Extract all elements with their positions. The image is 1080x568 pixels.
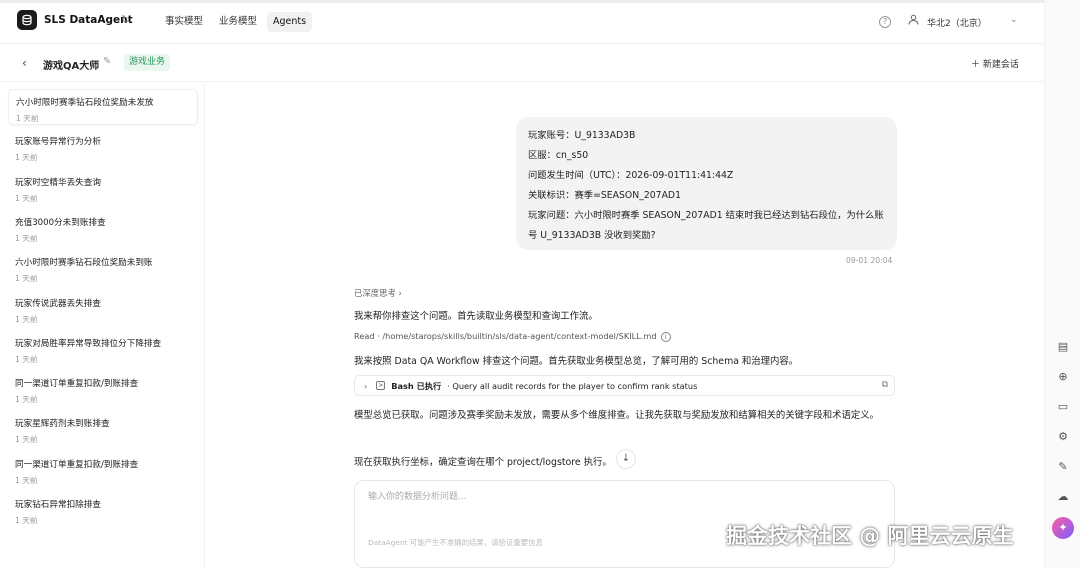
- document-icon[interactable]: ▤: [1056, 340, 1070, 354]
- pencil-icon[interactable]: ✎: [1056, 460, 1070, 474]
- session-title: 玩家对局胜率异常导致排位分下降排查: [15, 338, 162, 349]
- bash-description: · Query all audit records for the player…: [447, 380, 698, 391]
- agent-tag: 游戏业务: [124, 54, 171, 71]
- chevron-left-icon[interactable]: ‹: [22, 56, 27, 70]
- session-title: 玩家账号异常行为分析: [15, 137, 101, 148]
- session-time: 1 天前: [15, 354, 38, 364]
- database-icon[interactable]: [17, 10, 37, 30]
- user-message-line: 问题发生时间（UTC）：2026-09-01T11:41:44Z: [528, 170, 734, 181]
- session-title: 同一渠道订单重复扣款/到账排查: [15, 459, 139, 470]
- session-time: 1 天前: [15, 233, 38, 243]
- thinking-label: 已深度思考: [354, 288, 396, 298]
- session-item[interactable]: 同一渠道订单重复扣款/到账排查 1 天前: [8, 452, 198, 488]
- user-message-line: 玩家问题：六小时限时赛季 SEASON_207AD1 结束时我已经达到钻石段位，…: [528, 210, 884, 241]
- session-time: 1 天前: [15, 274, 38, 284]
- session-item[interactable]: 玩家星辉药剂未到账排查 1 天前: [8, 411, 198, 447]
- session-title: 玩家钻石异常扣除排查: [15, 500, 101, 510]
- assistant-paragraph: 现在获取执行坐标，确定查询在哪个 project/logstore 执行。: [354, 457, 612, 468]
- chat-input-placeholder[interactable]: 输入你的数据分析问题...: [368, 489, 467, 502]
- assistant-paragraph: 我来帮你排查这个问题。首先读取业务模型和查询工作流。: [354, 311, 598, 322]
- session-title: 六小时限时赛季钻石段位奖励未到账: [15, 258, 153, 269]
- chip-icon[interactable]: ⊕: [1056, 370, 1070, 384]
- chevron-down-icon[interactable]: ⌄: [1010, 15, 1018, 25]
- sparkle-icon[interactable]: ✦: [1052, 517, 1074, 539]
- info-icon[interactable]: i: [660, 331, 671, 342]
- user-message-line: 关联标识：赛季=SEASON_207AD1: [528, 190, 682, 201]
- tab-business-model[interactable]: 业务模型: [213, 12, 263, 32]
- session-title: 充值3000分未到账排查: [15, 217, 106, 228]
- session-title: 同一渠道订单重复扣款/到账排查: [15, 379, 139, 390]
- terminal-icon[interactable]: ▭: [1056, 400, 1070, 414]
- refresh-icon[interactable]: ↻: [121, 13, 130, 26]
- chevron-right-icon[interactable]: ›: [364, 381, 367, 391]
- tab-fact-model[interactable]: 事实模型: [159, 12, 209, 32]
- session-time: 1 天前: [15, 193, 38, 203]
- cloud-icon[interactable]: ☁: [1056, 490, 1070, 504]
- plus-icon: ＋: [971, 60, 983, 70]
- watermark: 掘金技术社区 @ 阿里云云原生: [726, 524, 1014, 548]
- session-item[interactable]: 玩家传说武器丢失排查 1 天前: [8, 291, 198, 327]
- chevron-right-icon: ›: [398, 288, 402, 298]
- session-title: 六小时限时赛季钻石段位奖励未发放: [16, 98, 154, 108]
- thinking-toggle[interactable]: 已深度思考 ›: [354, 287, 402, 299]
- gear-icon[interactable]: ⚙: [1056, 430, 1070, 444]
- session-time: 1 天前: [15, 314, 38, 324]
- session-time: 1 天前: [15, 153, 38, 163]
- session-time: 1 天前: [15, 475, 38, 485]
- session-item[interactable]: 六小时限时赛季钻石段位奖励未发放 1 天前: [8, 89, 198, 125]
- session-item[interactable]: 玩家时空精华丢失查询 1 天前: [8, 170, 198, 206]
- session-time: 1 天前: [15, 516, 38, 525]
- session-time: 1 天前: [15, 395, 38, 405]
- app-title: SLS DataAgent: [44, 14, 133, 26]
- pencil-icon[interactable]: ✎: [103, 56, 111, 67]
- disclaimer-text: DataAgent 可能产生不准确的结果，请验证重要信息: [368, 538, 543, 547]
- assistant-paragraph: 我来按照 Data QA Workflow 排查这个问题。首先获取业务模型总览，…: [354, 356, 799, 367]
- new-chat-label: 新建会话: [982, 60, 1019, 70]
- right-rail: ▤ ⊕ ▭ ⚙ ✎ ☁: [1044, 0, 1080, 568]
- session-title: 玩家星辉药剂未到账排查: [15, 419, 110, 430]
- message-timestamp: 09-01 20:04: [846, 256, 893, 265]
- user-icon[interactable]: [908, 14, 919, 28]
- session-item[interactable]: 同一渠道订单重复扣款/到账排查 1 天前: [8, 371, 198, 407]
- copy-icon[interactable]: ⧉: [882, 380, 888, 390]
- session-time: 1 天前: [16, 114, 39, 123]
- user-message-line: 区服：cn_s50: [528, 150, 589, 161]
- terminal-icon: >: [376, 381, 386, 390]
- session-item[interactable]: 六小时限时赛季钻石段位奖励未到账 1 天前: [8, 250, 198, 286]
- agent-title: 游戏QA大师: [43, 61, 100, 72]
- user-message-bubble: 玩家账号：U_9133AD3B 区服：cn_s50 问题发生时间（UTC）：20…: [516, 117, 897, 250]
- new-chat-button[interactable]: ＋ 新建会话: [971, 57, 1019, 70]
- bash-tool-card[interactable]: › > Bash 已执行 · Query all audit records f…: [354, 375, 895, 396]
- tab-agents[interactable]: Agents: [267, 12, 313, 32]
- user-message-line: 玩家账号：U_9133AD3B: [528, 130, 636, 141]
- session-title: 玩家时空精华丢失查询: [15, 177, 101, 188]
- session-item[interactable]: 玩家账号异常行为分析 1 天前: [8, 129, 198, 165]
- bash-label: Bash 已执行: [391, 380, 442, 391]
- assistant-paragraph: 模型总览已获取。问题涉及赛季奖励未发放，需要从多个维度排查。让我先获取与奖励发放…: [354, 410, 880, 421]
- region-selector[interactable]: 华北2（北京）: [927, 16, 987, 29]
- session-title: 玩家传说武器丢失排查: [15, 298, 101, 309]
- session-item[interactable]: 充值3000分未到账排查 1 天前: [8, 210, 198, 246]
- read-tool-line: Read · /home/starops/skills/builtin/sls/…: [354, 331, 671, 342]
- session-item[interactable]: 玩家钻石异常扣除排查 1 天前: [8, 492, 198, 528]
- session-item[interactable]: 玩家对局胜率异常导致排位分下降排查 1 天前: [8, 331, 198, 367]
- scroll-down-button[interactable]: ↓: [616, 449, 636, 469]
- help-circle-icon[interactable]: ?: [879, 16, 891, 28]
- read-tool-text: Read · /home/starops/skills/builtin/sls/…: [354, 331, 657, 341]
- session-time: 1 天前: [15, 435, 38, 445]
